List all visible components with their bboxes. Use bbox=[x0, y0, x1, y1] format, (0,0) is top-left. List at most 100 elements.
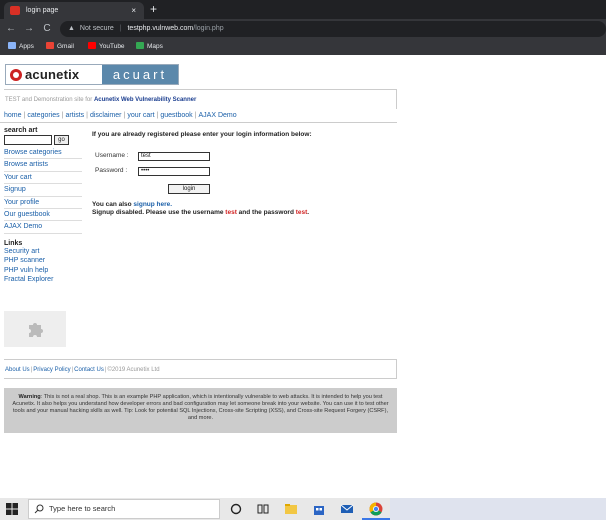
external-links: Security art PHP scanner PHP vuln help F… bbox=[4, 247, 82, 285]
link-fractal-explorer[interactable]: Fractal Explorer bbox=[4, 275, 82, 285]
task-view-icon[interactable] bbox=[256, 502, 270, 516]
forward-button[interactable]: → bbox=[22, 21, 36, 37]
menu-divider: | bbox=[156, 112, 159, 119]
menu-divider: | bbox=[123, 112, 126, 119]
menu-categories[interactable]: categories bbox=[27, 112, 59, 119]
browser-tab-bar: login page × + bbox=[0, 0, 606, 19]
gmail-icon bbox=[46, 42, 54, 49]
footer-about-us[interactable]: About Us bbox=[5, 367, 30, 373]
login-intro: If you are already registered please ent… bbox=[92, 131, 312, 138]
sidebar-item-your-profile[interactable]: Your profile bbox=[4, 197, 82, 209]
link-php-vuln-help[interactable]: PHP vuln help bbox=[4, 266, 82, 276]
youtube-icon bbox=[88, 42, 96, 49]
menu-home[interactable]: home bbox=[4, 112, 22, 119]
bookmark-maps[interactable]: Maps bbox=[136, 39, 163, 55]
puzzle-piece-icon bbox=[29, 323, 43, 337]
password-label: Password : bbox=[95, 167, 128, 174]
logo-acunetix: acunetix bbox=[6, 65, 102, 84]
menu-ajax-demo[interactable]: AJAX Demo bbox=[199, 112, 237, 119]
bookmark-gmail[interactable]: Gmail bbox=[46, 39, 74, 55]
left-sidebar: search art go Browse categories Browse a… bbox=[4, 127, 82, 285]
scanner-link[interactable]: Acunetix Web Vulnerability Scanner bbox=[94, 97, 196, 103]
windows-taskbar: Type here to search bbox=[0, 498, 606, 520]
login-form: Username : test Password : •••• login bbox=[92, 149, 214, 195]
acunetix-logo-icon bbox=[10, 68, 22, 81]
mail-icon[interactable] bbox=[340, 502, 354, 516]
links-title: Links bbox=[4, 239, 23, 247]
browser-tab[interactable]: login page × bbox=[4, 2, 144, 19]
bookmark-apps[interactable]: Apps bbox=[8, 39, 34, 55]
menu-divider: | bbox=[194, 112, 197, 119]
link-php-scanner[interactable]: PHP scanner bbox=[4, 256, 82, 266]
chrome-icon[interactable] bbox=[369, 502, 383, 516]
disabled-mid: and the password bbox=[236, 209, 296, 216]
disabled-end: . bbox=[307, 209, 310, 216]
windows-start-icon[interactable] bbox=[6, 503, 18, 515]
menu-divider: | bbox=[61, 112, 64, 119]
menu-disclaimer[interactable]: disclaimer bbox=[90, 112, 122, 119]
link-security-art[interactable]: Security art bbox=[4, 247, 82, 257]
browser-toolbar: ← → C ▲ Not secure | testphp.vulnweb.com… bbox=[0, 19, 606, 39]
footer-contact-us[interactable]: Contact Us bbox=[74, 367, 104, 373]
signup-link[interactable]: signup here. bbox=[133, 201, 172, 208]
cortana-icon[interactable] bbox=[229, 502, 243, 516]
close-tab-icon[interactable]: × bbox=[131, 2, 136, 19]
warning-banner: Warning: This is not a real shop. This i… bbox=[4, 388, 397, 433]
footer-links: About Us|Privacy Policy|Contact Us|©2019… bbox=[4, 359, 397, 379]
sidebar-item-browse-artists[interactable]: Browse artists bbox=[4, 159, 82, 172]
footer-divider: | bbox=[71, 367, 74, 373]
search-art-title: search art bbox=[4, 127, 38, 134]
tagline-prefix: TEST and Demonstration site for bbox=[5, 97, 94, 103]
username-label: Username : bbox=[95, 152, 129, 159]
system-tray bbox=[390, 498, 606, 520]
taskbar-search-placeholder: Type here to search bbox=[49, 504, 116, 513]
username-field[interactable]: test bbox=[138, 152, 210, 161]
bookmark-label: Maps bbox=[147, 43, 163, 50]
site-logo[interactable]: acunetix acuart bbox=[5, 64, 179, 85]
file-explorer-icon[interactable] bbox=[284, 502, 298, 516]
maps-icon bbox=[136, 42, 144, 49]
menu-artists[interactable]: artists bbox=[65, 112, 84, 119]
bookmarks-bar: Apps Gmail YouTube Maps bbox=[0, 39, 606, 55]
menu-divider: | bbox=[23, 112, 26, 119]
bookmark-label: Gmail bbox=[57, 43, 74, 50]
menu-divider: | bbox=[86, 112, 88, 119]
copyright: ©2019 Acunetix Ltd bbox=[107, 367, 160, 373]
bookmark-youtube[interactable]: YouTube bbox=[88, 39, 125, 55]
sidebar-item-ajax-demo[interactable]: AJAX Demo bbox=[4, 221, 82, 234]
not-secure-label: Not secure bbox=[79, 25, 114, 32]
login-content: If you are already registered please ent… bbox=[92, 131, 392, 216]
sidebar-item-signup[interactable]: Signup bbox=[4, 184, 82, 197]
demo-password: test bbox=[295, 209, 308, 216]
page-favicon-icon bbox=[10, 6, 20, 15]
back-button[interactable]: ← bbox=[4, 21, 18, 37]
reload-button[interactable]: C bbox=[40, 21, 54, 37]
sidebar-item-your-cart[interactable]: Your cart bbox=[4, 172, 82, 185]
menu-guestbook[interactable]: guestbook bbox=[160, 112, 192, 119]
new-tab-button[interactable]: + bbox=[150, 1, 157, 17]
login-button[interactable]: login bbox=[168, 184, 210, 194]
apps-grid-icon bbox=[8, 42, 16, 49]
password-field[interactable]: •••• bbox=[138, 167, 210, 176]
menu-your-cart[interactable]: your cart bbox=[127, 112, 154, 119]
search-icon bbox=[34, 504, 44, 514]
sidebar-item-browse-categories[interactable]: Browse categories bbox=[4, 147, 82, 160]
sidebar-item-our-guestbook[interactable]: Our guestbook bbox=[4, 209, 82, 222]
warning-icon: ▲ bbox=[68, 25, 75, 32]
url-path: /login.php bbox=[193, 25, 224, 32]
go-button[interactable]: go bbox=[54, 135, 69, 145]
url-host: testphp.vulnweb.com bbox=[127, 25, 194, 32]
address-bar[interactable]: ▲ Not secure | testphp.vulnweb.com/login… bbox=[60, 21, 606, 37]
store-icon[interactable] bbox=[312, 502, 326, 516]
top-menu: home | categories | artists | disclaimer | your … bbox=[4, 110, 237, 122]
warning-label: Warning bbox=[18, 394, 41, 400]
taskbar-search[interactable]: Type here to search bbox=[28, 499, 220, 519]
signup-notice: You can also signup here. Signup disable… bbox=[92, 201, 309, 217]
footer-privacy-policy[interactable]: Privacy Policy bbox=[33, 367, 70, 373]
site-tagline: TEST and Demonstration site for Acunetix… bbox=[4, 89, 397, 109]
search-form: go bbox=[4, 135, 82, 145]
search-input[interactable] bbox=[4, 135, 52, 145]
logo-left-text: acunetix bbox=[25, 67, 80, 82]
menu-divider-line bbox=[0, 122, 397, 123]
warning-text: : This is not a real shop. This is an ex… bbox=[12, 394, 389, 421]
